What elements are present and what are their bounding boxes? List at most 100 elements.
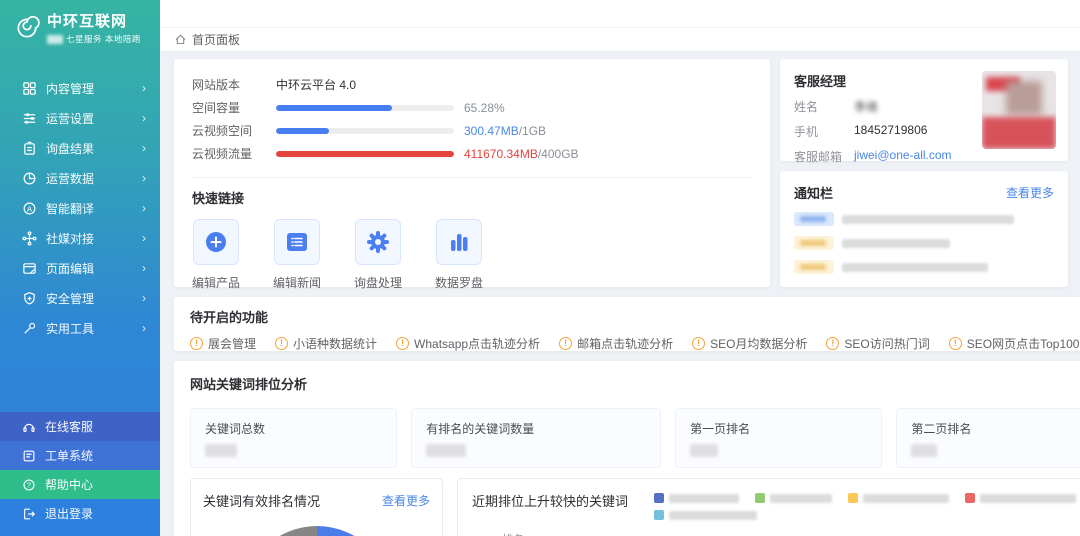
video-traffic-label: 云视频流量 (192, 145, 276, 162)
video-space-label: 云视频空间 (192, 122, 276, 139)
notice-title: 通知栏 (794, 183, 833, 202)
manager-mail-link[interactable]: jiwei@one-all.com (854, 148, 952, 165)
legend-label-blurred (770, 494, 832, 503)
notice-text-blurred (842, 263, 988, 272)
right-column: 客服经理 姓名季维 手机18452719806 客服邮箱jiwei@one-al… (780, 59, 1068, 287)
manager-mail-label: 客服邮箱 (794, 148, 854, 165)
pending-item[interactable]: !SEO访问热门词 (826, 335, 929, 352)
sidebar-item-help-center[interactable]: ? 帮助中心 (0, 470, 160, 499)
legend-item[interactable] (654, 510, 757, 520)
chevron-right-icon: › (142, 231, 146, 245)
chevron-right-icon: › (142, 261, 146, 275)
manager-card: 客服经理 姓名季维 手机18452719806 客服邮箱jiwei@one-al… (780, 59, 1068, 161)
pending-item[interactable]: !SEO月均数据分析 (692, 335, 807, 352)
sidebar-item-content[interactable]: 内容管理› (0, 73, 160, 103)
version-row: 网站版本 中环云平台 4.0 (192, 73, 752, 96)
sidebar-item-operation-data[interactable]: 运营数据› (0, 163, 160, 193)
sidebar-item-label: 询盘结果 (46, 140, 142, 157)
rank-axis-label: 排名 (502, 531, 524, 536)
capacity-row: 空间容量 65.28% (192, 96, 752, 119)
sidebar-item-label: 页面编辑 (46, 260, 142, 277)
sidebar-item-label: 运营数据 (46, 170, 142, 187)
legend-swatch (755, 493, 765, 503)
pending-item[interactable]: !展会管理 (190, 335, 256, 352)
pending-item[interactable]: !邮箱点击轨迹分析 (559, 335, 673, 352)
chevron-right-icon: › (142, 201, 146, 215)
effective-rank-panel: 关键词有效排名情况 查看更多 (190, 478, 443, 536)
quick-link-edit-product[interactable]: 编辑产品 (192, 219, 240, 291)
capacity-label: 空间容量 (192, 99, 276, 116)
legend-label-blurred (980, 494, 1076, 503)
sidebar-item-security[interactable]: 安全管理› (0, 283, 160, 313)
rising-keywords-panel: 近期排位上升较快的关键词 (457, 478, 1080, 536)
notice-item[interactable] (794, 260, 1054, 274)
pending-item[interactable]: !SEO网页点击Top100 (949, 335, 1080, 352)
quick-links: 编辑产品 编辑新闻 询盘处理 数据罗盘 (192, 219, 752, 291)
stat-card-ranked-keywords: 有排名的关键词数量 (411, 408, 661, 468)
chevron-right-icon: › (142, 171, 146, 185)
keyword-title: 网站关键词排位分析 (190, 374, 1080, 393)
stat-value-blurred (911, 444, 937, 457)
capacity-progressbar (276, 105, 454, 111)
svg-text:?: ? (27, 482, 31, 489)
notice-badge (794, 260, 834, 274)
manager-name-value: 季维 (854, 98, 878, 115)
sidebar-item-translate[interactable]: A 智能翻译› (0, 193, 160, 223)
pie-icon (22, 171, 37, 186)
sidebar-item-label: 内容管理 (46, 80, 142, 97)
video-traffic-total: /400GB (538, 147, 579, 161)
sidebar-item-work-order[interactable]: 工单系统 (0, 441, 160, 470)
legend-swatch (848, 493, 858, 503)
plus-circle-icon (193, 219, 239, 265)
manager-phone-label: 手机 (794, 123, 854, 140)
chevron-right-icon: › (142, 141, 146, 155)
quick-link-edit-news[interactable]: 编辑新闻 (273, 219, 321, 291)
notice-item[interactable] (794, 236, 1054, 250)
pending-item[interactable]: !Whatsapp点击轨迹分析 (396, 335, 540, 352)
breadcrumb-label[interactable]: 首页面板 (192, 31, 240, 48)
quick-link-label: 询盘处理 (354, 274, 402, 291)
quick-link-label: 编辑产品 (192, 274, 240, 291)
rank-pie-chart[interactable] (242, 526, 392, 536)
notice-item[interactable] (794, 212, 1054, 226)
sidebar-item-label: 智能翻译 (46, 200, 142, 217)
brand-name: 中环互联网 (47, 10, 141, 31)
legend-item[interactable] (755, 493, 832, 503)
chevron-right-icon: › (142, 81, 146, 95)
legend-item[interactable] (965, 493, 1076, 503)
quick-link-data-compass[interactable]: 数据罗盘 (435, 219, 483, 291)
pending-item[interactable]: !小语种数据统计 (275, 335, 377, 352)
warning-icon: ! (559, 337, 572, 350)
sidebar-item-social-media[interactable]: 社媒对接› (0, 223, 160, 253)
manager-photo (982, 71, 1056, 149)
sidebar-item-online-service[interactable]: 在线客服 (0, 412, 160, 441)
effective-rank-title: 关键词有效排名情况 (203, 491, 320, 510)
legend-item[interactable] (848, 493, 949, 503)
divider (192, 177, 752, 178)
version-value: 中环云平台 4.0 (276, 76, 356, 93)
grid-icon (22, 81, 37, 96)
sidebar-item-label: 安全管理 (46, 290, 142, 307)
sidebar-item-tools[interactable]: 实用工具› (0, 313, 160, 343)
sliders-icon (22, 111, 37, 126)
breadcrumb: 首页面板 (160, 28, 1080, 52)
shield-icon (22, 291, 37, 306)
video-traffic-progressbar (276, 151, 454, 157)
legend-label-blurred (863, 494, 949, 503)
quick-link-label: 编辑新闻 (273, 274, 321, 291)
notice-more-link[interactable]: 查看更多 (1006, 184, 1054, 201)
sidebar-item-page-editor[interactable]: 页面编辑› (0, 253, 160, 283)
quick-links-title: 快速链接 (192, 188, 752, 207)
sidebar-item-inquiry-results[interactable]: 询盘结果› (0, 133, 160, 163)
video-space-progressbar (276, 128, 454, 134)
page-edit-icon (22, 261, 37, 276)
sidebar-item-logout[interactable]: 退出登录 (0, 499, 160, 528)
legend-item[interactable] (654, 493, 739, 503)
quick-link-inquiry-handle[interactable]: 询盘处理 (354, 219, 402, 291)
warning-icon: ! (949, 337, 962, 350)
main-area: 账号管理 首页面板 网站版本 中环云平台 4.0 空间容量 (160, 0, 1080, 536)
keyword-analysis-card: 网站关键词排位分析 关键词总数 有排名的关键词数量 第一页排名 第二页排名 第三… (174, 361, 1080, 536)
effective-rank-more-link[interactable]: 查看更多 (382, 492, 430, 509)
sidebar-item-label: 实用工具 (46, 320, 142, 337)
sidebar-item-operation-settings[interactable]: 运营设置› (0, 103, 160, 133)
